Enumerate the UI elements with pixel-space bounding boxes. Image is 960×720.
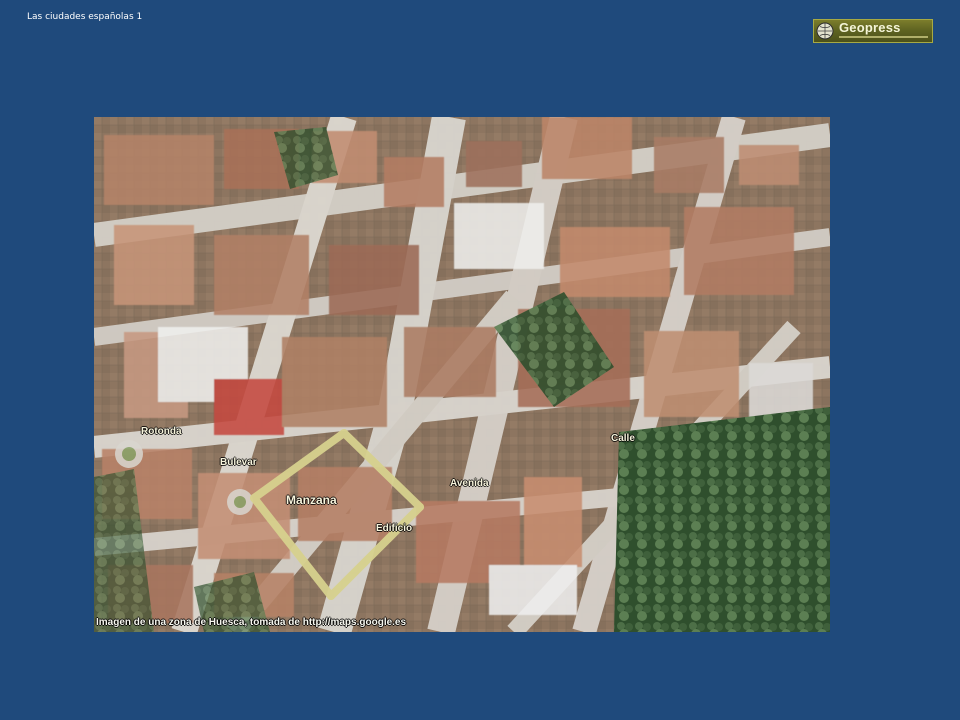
- map-image: [94, 117, 830, 632]
- logo-text: Geopress: [839, 20, 901, 35]
- slide-title: Las ciudades españolas 1: [27, 12, 143, 22]
- globe-icon: [816, 22, 834, 40]
- map-caption: Imagen de una zona de Huesca, tomada de …: [96, 617, 407, 628]
- map-label-manzana: Manzana: [286, 493, 337, 507]
- logo-underline: [839, 36, 928, 38]
- map-label-edificio: Edificio: [376, 523, 413, 534]
- geopress-logo: Geopress: [813, 19, 933, 43]
- map-label-rotonda: Rotonda: [141, 426, 182, 437]
- map-label-avenida: Avenida: [450, 478, 489, 489]
- map-label-calle: Calle: [611, 433, 635, 444]
- satellite-map: Rotonda Bulevar Manzana Edificio Avenida…: [94, 117, 830, 632]
- map-label-bulevar: Bulevar: [220, 457, 257, 468]
